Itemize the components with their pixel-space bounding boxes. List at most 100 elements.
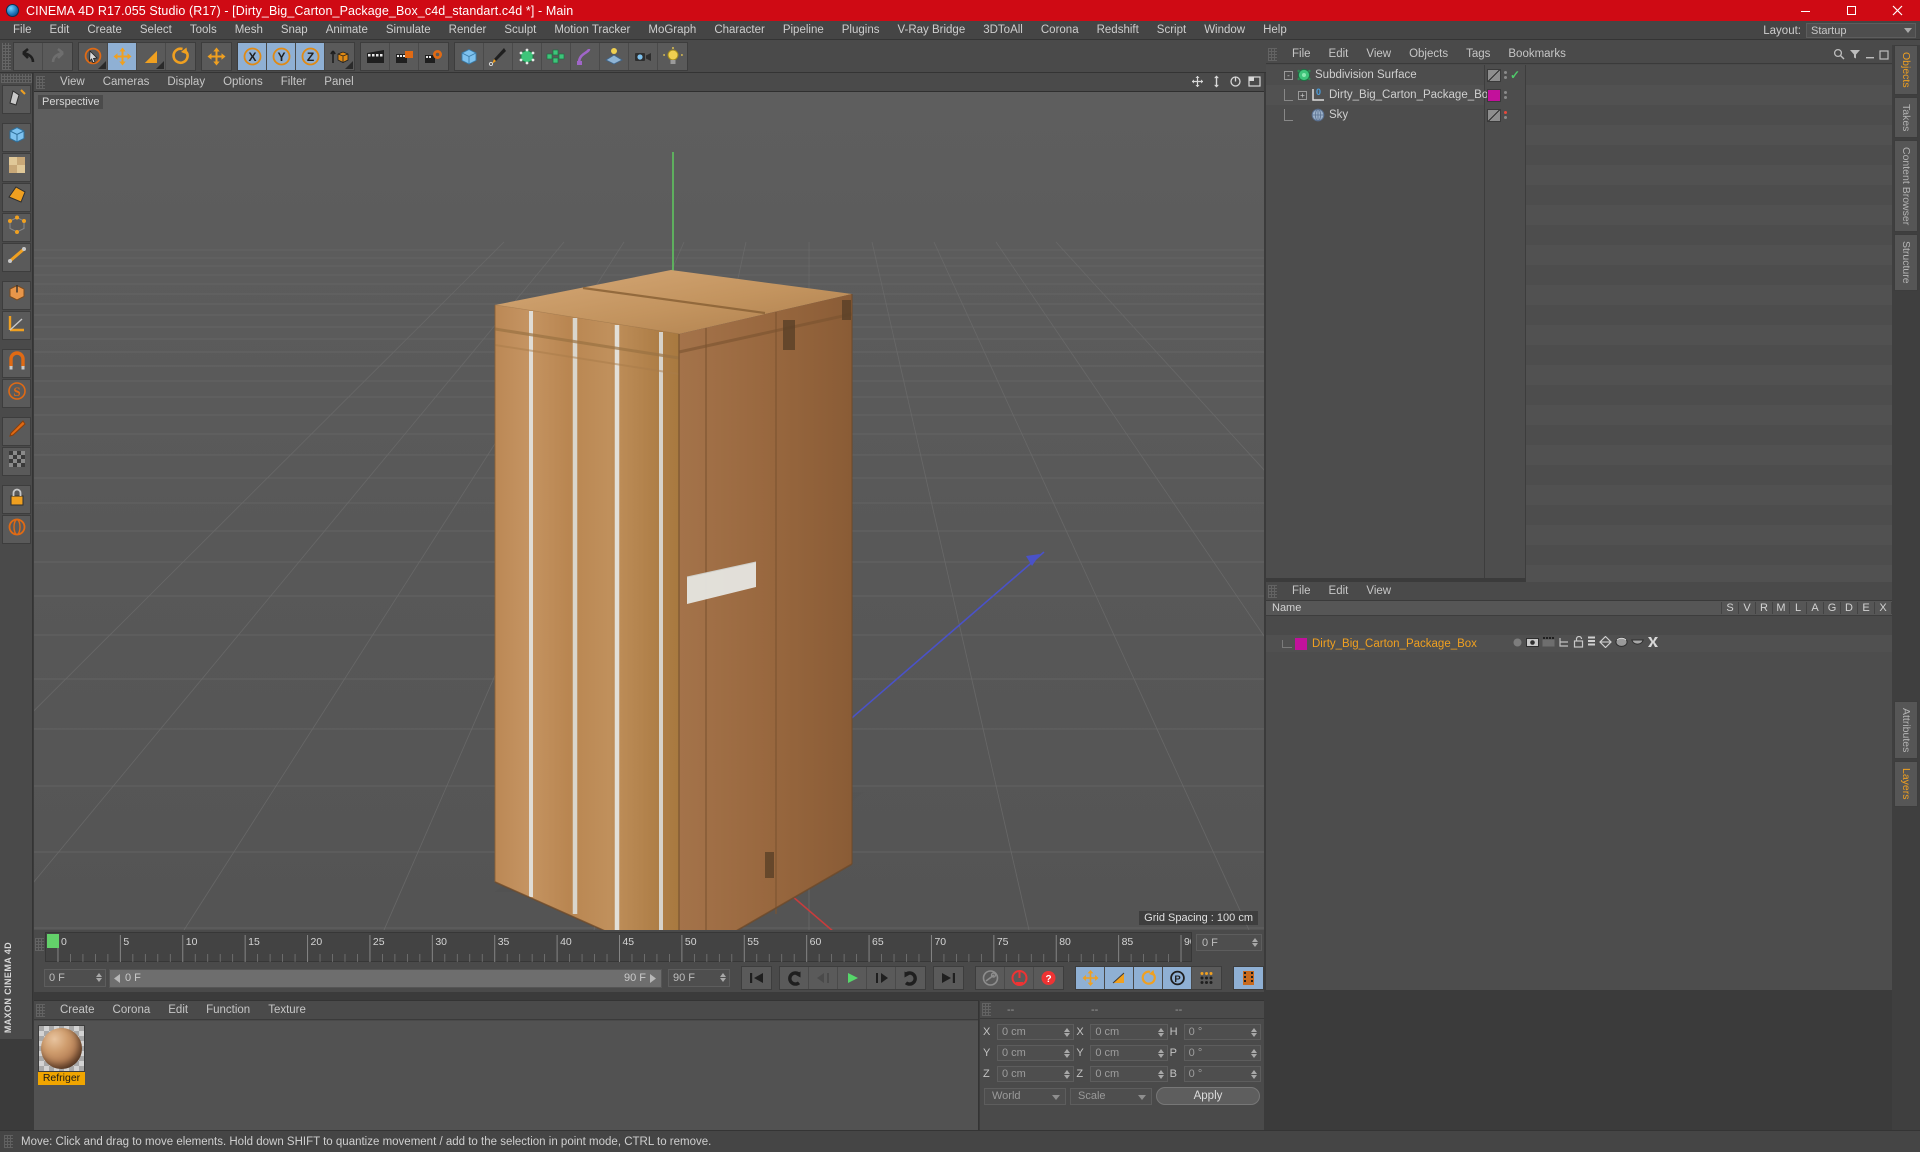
move-tool-button[interactable]	[108, 42, 137, 70]
play-loop-button[interactable]	[896, 967, 925, 989]
move-view-icon[interactable]	[1190, 74, 1205, 89]
coord-input-b-2[interactable]: 0 °	[1183, 1065, 1261, 1082]
object-axis-button[interactable]	[2, 281, 31, 310]
coord-input-y-1[interactable]: 0 cm	[997, 1044, 1075, 1061]
camera-button[interactable]	[629, 42, 658, 70]
hierarchy-icon[interactable]	[1558, 637, 1570, 651]
spinner-icon[interactable]	[1250, 1027, 1257, 1037]
menu-file[interactable]: File	[4, 21, 41, 40]
workplane-button[interactable]: S	[2, 379, 31, 408]
menu-3dtoall[interactable]: 3DToAll	[974, 21, 1032, 40]
spinner-icon[interactable]	[720, 973, 726, 982]
coord-input-z-2[interactable]: 0 cm	[997, 1065, 1075, 1082]
spinner-icon[interactable]	[1157, 1069, 1164, 1079]
menu-simulate[interactable]: Simulate	[377, 21, 440, 40]
xref-icon[interactable]	[1647, 636, 1659, 651]
spinner-icon[interactable]	[1064, 1069, 1071, 1079]
edge-tab-attributes[interactable]: Attributes	[1894, 700, 1918, 760]
texture-mode-button[interactable]	[2, 153, 31, 182]
object-row[interactable]: Sky	[1266, 105, 1484, 125]
rotate-tool-button[interactable]	[166, 42, 195, 70]
live-selection-button[interactable]	[79, 42, 108, 70]
layer-menu-file[interactable]: File	[1283, 582, 1320, 601]
world-object-coord-button[interactable]	[325, 42, 354, 70]
layer-row[interactable]: Dirty_Big_Carton_Package_Box	[1266, 635, 1892, 652]
object-tag-cell[interactable]	[1485, 85, 1526, 105]
menu-help[interactable]: Help	[1254, 21, 1296, 40]
status-bar-grip[interactable]	[4, 1135, 13, 1148]
edge-tab-objects[interactable]: Objects	[1894, 45, 1918, 95]
expander-plus-icon[interactable]: +	[1298, 90, 1307, 100]
scale-tool-button[interactable]	[137, 42, 166, 70]
menu-select[interactable]: Select	[131, 21, 181, 40]
timeline-button[interactable]	[1234, 967, 1263, 989]
keyframe-selection-button[interactable]: ?	[1034, 967, 1063, 989]
object-row[interactable]: +0 Dirty_Big_Carton_Package_Box	[1266, 85, 1494, 105]
menu-plugins[interactable]: Plugins	[833, 21, 889, 40]
timeline-playhead[interactable]	[47, 934, 59, 948]
maximize-panel-icon[interactable]	[1879, 47, 1889, 65]
deformer-button[interactable]	[571, 42, 600, 70]
playbar-end-field[interactable]: 90 F	[668, 969, 730, 987]
menu-script[interactable]: Script	[1148, 21, 1195, 40]
viewport-menu-options[interactable]: Options	[214, 73, 272, 92]
maximize-view-icon[interactable]	[1247, 74, 1262, 89]
play-backwards-button[interactable]	[780, 967, 809, 989]
maximize-icon[interactable]	[1828, 0, 1874, 21]
viewport-menu-cameras[interactable]: Cameras	[94, 73, 159, 92]
edge-tab-content-browser[interactable]: Content Browser	[1894, 140, 1918, 233]
menu-pipeline[interactable]: Pipeline	[774, 21, 833, 40]
minimize-icon[interactable]	[1782, 0, 1828, 21]
lock-open-icon[interactable]	[1573, 635, 1584, 651]
phong-tag-icon[interactable]	[1487, 108, 1501, 122]
material-item[interactable]: Refriger	[38, 1025, 85, 1085]
deform-icon[interactable]	[1599, 635, 1612, 651]
viewport-menu-grip[interactable]	[36, 75, 45, 89]
texture-tiles-button[interactable]	[2, 447, 31, 476]
polygon-mode-button[interactable]	[2, 183, 31, 212]
layer-menu-view[interactable]: View	[1357, 582, 1400, 601]
visible-icon[interactable]	[1526, 637, 1539, 651]
step-back-button[interactable]	[809, 967, 838, 989]
lock-y-button[interactable]: Y	[267, 42, 296, 70]
light-button[interactable]	[658, 42, 687, 70]
display-icon[interactable]	[1631, 637, 1644, 651]
go-to-start-button[interactable]	[742, 967, 771, 989]
viewport-menu-panel[interactable]: Panel	[315, 73, 362, 92]
undo-button[interactable]	[14, 42, 43, 70]
lock-z-button[interactable]: Z	[296, 42, 325, 70]
object-menu-view[interactable]: View	[1357, 45, 1400, 64]
object-tree[interactable]: - Subdivision Surface +0 Dirty_Big_Carton_P…	[1266, 65, 1494, 578]
enable-snap-button[interactable]	[2, 349, 31, 378]
menu-sculpt[interactable]: Sculpt	[495, 21, 545, 40]
coord-input-y-1[interactable]: 0 cm	[1090, 1044, 1168, 1061]
menu-corona[interactable]: Corona	[1032, 21, 1088, 40]
object-row[interactable]: - Subdivision Surface	[1266, 65, 1484, 85]
play-forward-button[interactable]	[838, 967, 867, 989]
point-mode-button[interactable]	[2, 213, 31, 242]
minimize-panel-icon[interactable]	[1865, 47, 1875, 65]
playbar-scrubber[interactable]: 0 F 90 F	[109, 968, 662, 988]
expander-minus-icon[interactable]: -	[1284, 70, 1293, 80]
lock-x-button[interactable]: X	[238, 42, 267, 70]
material-tag-icon[interactable]	[1487, 88, 1501, 102]
key-position-button[interactable]	[1076, 967, 1105, 989]
viewport-solo-button[interactable]	[2, 417, 31, 446]
object-menu-edit[interactable]: Edit	[1320, 45, 1358, 64]
key-pla-button[interactable]	[1192, 967, 1221, 989]
menu-mograph[interactable]: MoGraph	[639, 21, 705, 40]
make-editable-button[interactable]	[2, 85, 31, 114]
coordinates-grip[interactable]	[982, 1003, 991, 1016]
spinner-icon[interactable]	[1252, 938, 1258, 947]
menu-mesh[interactable]: Mesh	[226, 21, 272, 40]
object-menu-bookmarks[interactable]: Bookmarks	[1499, 45, 1575, 64]
spinner-icon[interactable]	[1064, 1048, 1071, 1058]
layer-list[interactable]: Dirty_Big_Carton_Package_Box	[1266, 635, 1892, 990]
menu-edit[interactable]: Edit	[41, 21, 79, 40]
menu-motion-tracker[interactable]: Motion Tracker	[545, 21, 639, 40]
enable-axis-button[interactable]	[2, 311, 31, 340]
edge-tab-layers[interactable]: Layers	[1894, 761, 1918, 807]
nurbs-button[interactable]	[513, 42, 542, 70]
environment-button[interactable]	[600, 42, 629, 70]
dot-grey-icon[interactable]	[1512, 637, 1523, 651]
